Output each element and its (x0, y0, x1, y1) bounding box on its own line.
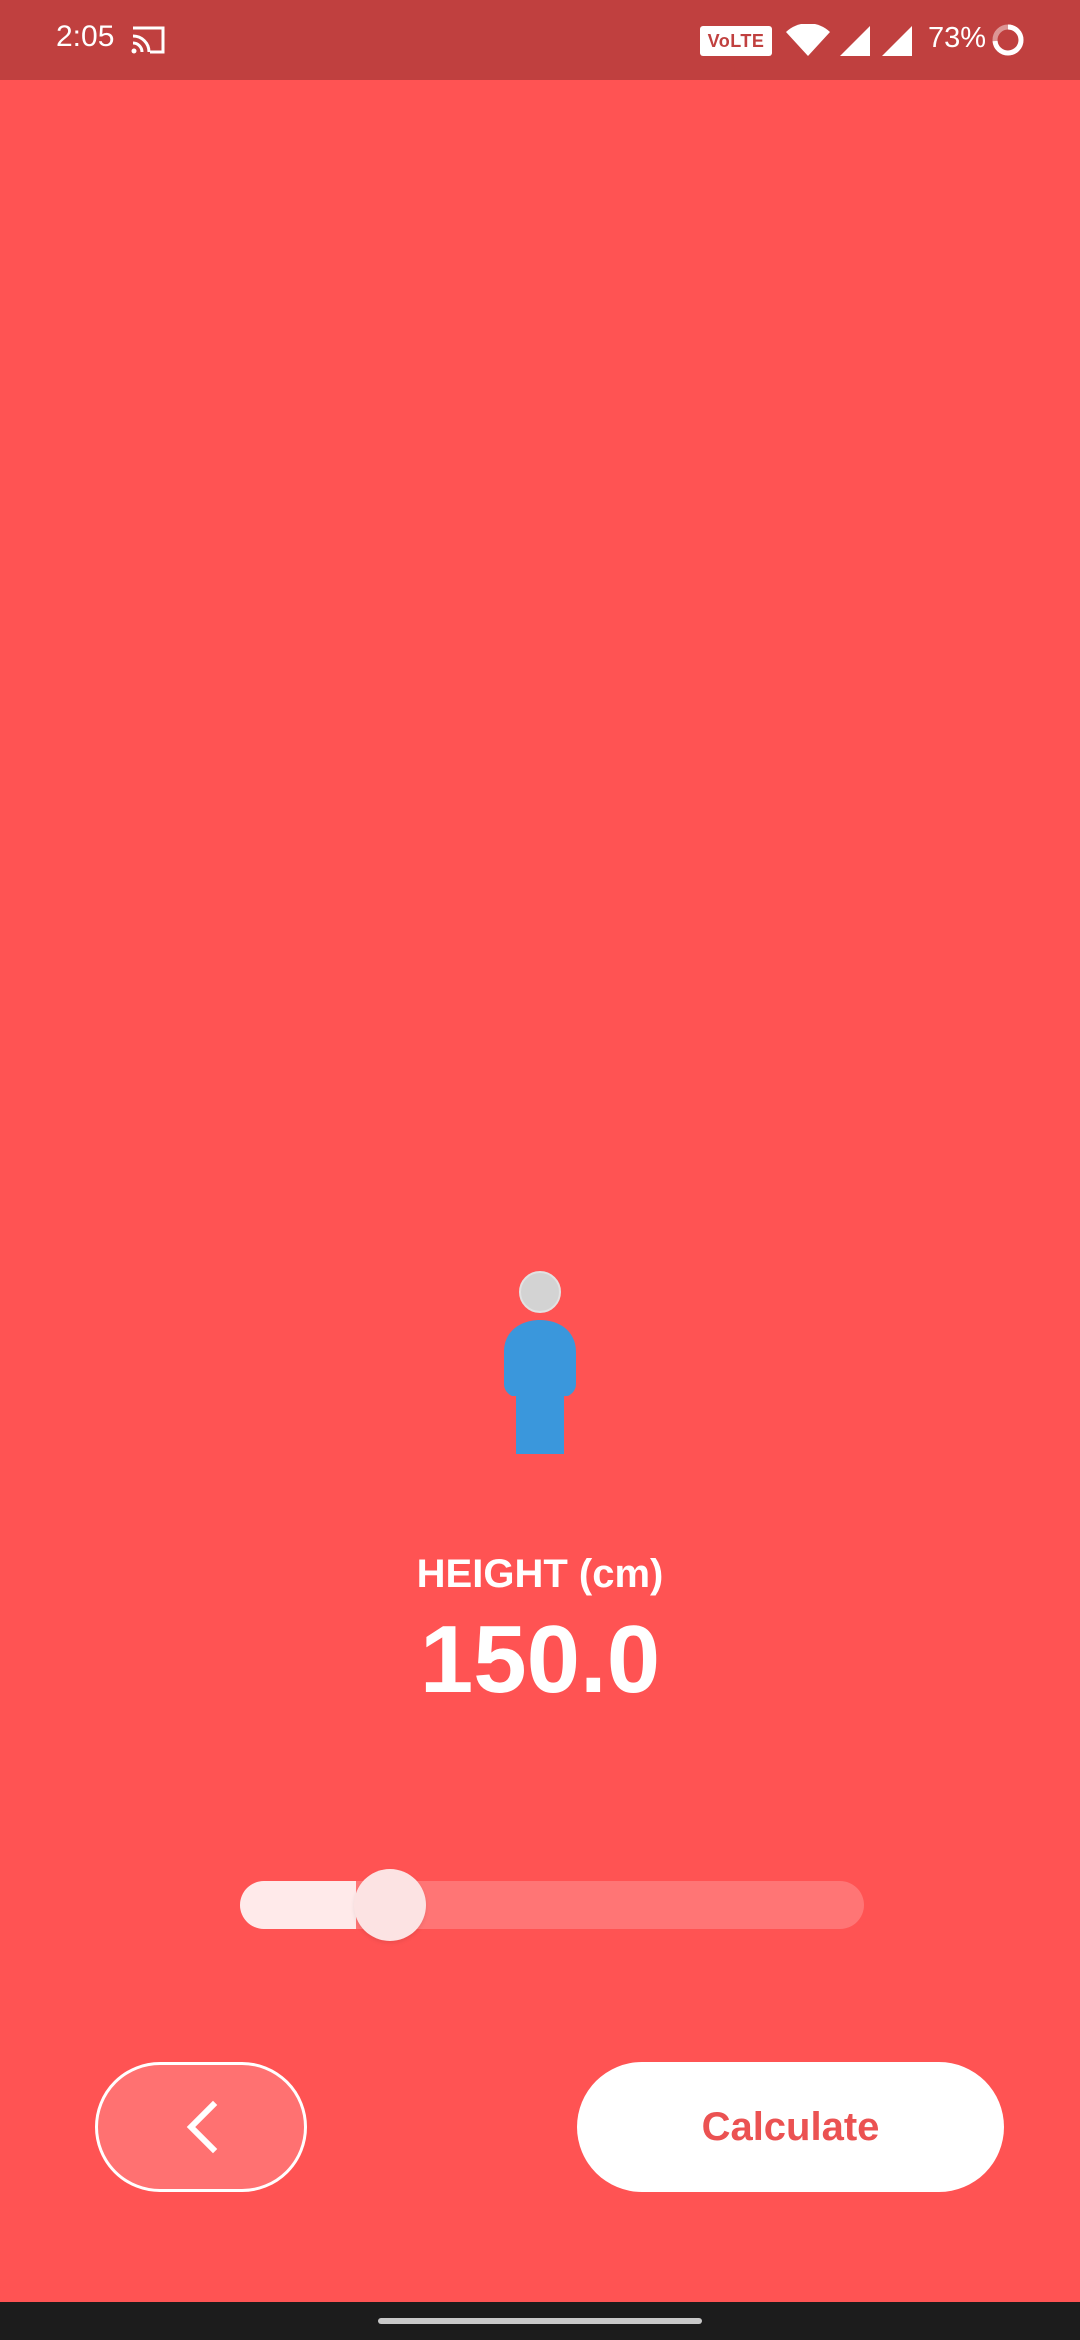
battery-icon (992, 24, 1024, 56)
wifi-icon (786, 24, 830, 56)
cast-icon (131, 26, 165, 54)
person-icon (504, 1271, 576, 1454)
status-bar: 2:05 VoLTE 1 73% (0, 0, 1080, 81)
figure-head (519, 1271, 561, 1313)
figure-body (504, 1320, 576, 1454)
slider-fill (240, 1881, 356, 1929)
gesture-handle[interactable] (378, 2318, 702, 2324)
signal-icon (840, 26, 870, 56)
chevron-left-icon (186, 2100, 218, 2154)
back-button[interactable] (95, 2062, 307, 2192)
app-screen: 2:05 VoLTE 1 73% HEIGHT (cm) 150.0 Calcu… (0, 0, 1080, 2340)
calculate-button[interactable]: Calculate (577, 2062, 1004, 2192)
height-label: HEIGHT (cm) (416, 1552, 664, 1596)
height-value: 150.0 (419, 1606, 661, 1713)
volte-badge: VoLTE 1 (700, 26, 772, 81)
status-time: 2:05 (56, 20, 115, 53)
battery-percent: 73% (928, 22, 987, 54)
height-slider[interactable] (240, 1869, 864, 1941)
signal-icon (882, 26, 912, 56)
slider-thumb[interactable] (353, 1869, 426, 1941)
navigation-bar (0, 2302, 1080, 2340)
